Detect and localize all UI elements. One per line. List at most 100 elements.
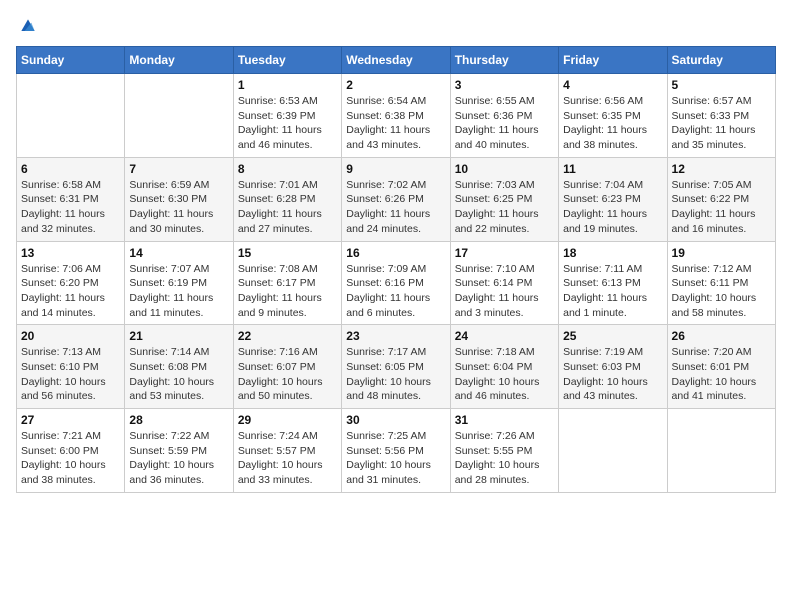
calendar-day-cell: 23 Sunrise: 7:17 AMSunset: 6:05 PMDayligh… <box>342 325 450 409</box>
calendar-week-row: 27 Sunrise: 7:21 AMSunset: 6:00 PMDayligh… <box>17 409 776 493</box>
day-info: Sunrise: 6:56 AMSunset: 6:35 PMDaylight:… <box>563 94 662 153</box>
day-info: Sunrise: 7:18 AMSunset: 6:04 PMDaylight:… <box>455 345 554 404</box>
day-info: Sunrise: 7:24 AMSunset: 5:57 PMDaylight:… <box>238 429 337 488</box>
day-info: Sunrise: 7:11 AMSunset: 6:13 PMDaylight:… <box>563 262 662 321</box>
calendar-day-cell: 11Sunrise: 7:04 AMSunset: 6:23 PMDayligh… <box>559 157 667 241</box>
calendar-week-row: 13 Sunrise: 7:06 AMSunset: 6:20 PMDayligh… <box>17 241 776 325</box>
day-of-week-header: Saturday <box>667 47 775 74</box>
day-number: 16 <box>346 246 445 260</box>
calendar-week-row: 20 Sunrise: 7:13 AMSunset: 6:10 PMDayligh… <box>17 325 776 409</box>
day-number: 3 <box>455 78 554 92</box>
day-number: 13 <box>21 246 120 260</box>
day-info: Sunrise: 7:16 AMSunset: 6:07 PMDaylight:… <box>238 345 337 404</box>
calendar-day-cell: 18 Sunrise: 7:11 AMSunset: 6:13 PMDayligh… <box>559 241 667 325</box>
day-of-week-header: Sunday <box>17 47 125 74</box>
calendar-day-cell: 25 Sunrise: 7:19 AMSunset: 6:03 PMDayligh… <box>559 325 667 409</box>
day-info: Sunrise: 7:22 AMSunset: 5:59 PMDaylight:… <box>129 429 228 488</box>
day-info: Sunrise: 7:19 AMSunset: 6:03 PMDaylight:… <box>563 345 662 404</box>
day-info: Sunrise: 7:09 AMSunset: 6:16 PMDaylight:… <box>346 262 445 321</box>
day-info: Sunrise: 7:01 AMSunset: 6:28 PMDaylight:… <box>238 178 337 237</box>
calendar-day-cell: 14 Sunrise: 7:07 AMSunset: 6:19 PMDayligh… <box>125 241 233 325</box>
day-of-week-header: Wednesday <box>342 47 450 74</box>
day-number: 21 <box>129 329 228 343</box>
day-info: Sunrise: 6:58 AMSunset: 6:31 PMDaylight:… <box>21 178 120 237</box>
day-number: 30 <box>346 413 445 427</box>
calendar-header-row: SundayMondayTuesdayWednesdayThursdayFrid… <box>17 47 776 74</box>
day-info: Sunrise: 7:06 AMSunset: 6:20 PMDaylight:… <box>21 262 120 321</box>
calendar-day-cell <box>667 409 775 493</box>
calendar-day-cell: 28 Sunrise: 7:22 AMSunset: 5:59 PMDayligh… <box>125 409 233 493</box>
calendar-day-cell: 24 Sunrise: 7:18 AMSunset: 6:04 PMDayligh… <box>450 325 558 409</box>
day-number: 10 <box>455 162 554 176</box>
day-number: 7 <box>129 162 228 176</box>
day-info: Sunrise: 7:21 AMSunset: 6:00 PMDaylight:… <box>21 429 120 488</box>
day-number: 15 <box>238 246 337 260</box>
day-number: 25 <box>563 329 662 343</box>
calendar-day-cell: 8 Sunrise: 7:01 AMSunset: 6:28 PMDaylight… <box>233 157 341 241</box>
calendar-day-cell: 30 Sunrise: 7:25 AMSunset: 5:56 PMDayligh… <box>342 409 450 493</box>
day-of-week-header: Monday <box>125 47 233 74</box>
day-number: 6 <box>21 162 120 176</box>
logo-icon <box>18 16 38 36</box>
calendar-day-cell: 26 Sunrise: 7:20 AMSunset: 6:01 PMDayligh… <box>667 325 775 409</box>
calendar-table: SundayMondayTuesdayWednesdayThursdayFrid… <box>16 46 776 493</box>
day-number: 27 <box>21 413 120 427</box>
calendar-day-cell: 15 Sunrise: 7:08 AMSunset: 6:17 PMDayligh… <box>233 241 341 325</box>
calendar-day-cell: 6 Sunrise: 6:58 AMSunset: 6:31 PMDaylight… <box>17 157 125 241</box>
day-number: 20 <box>21 329 120 343</box>
day-info: Sunrise: 6:53 AMSunset: 6:39 PMDaylight:… <box>238 94 337 153</box>
calendar-day-cell: 9Sunrise: 7:02 AMSunset: 6:26 PMDaylight… <box>342 157 450 241</box>
day-number: 12 <box>672 162 771 176</box>
day-info: Sunrise: 7:17 AMSunset: 6:05 PMDaylight:… <box>346 345 445 404</box>
day-number: 18 <box>563 246 662 260</box>
calendar-day-cell: 16 Sunrise: 7:09 AMSunset: 6:16 PMDayligh… <box>342 241 450 325</box>
day-of-week-header: Tuesday <box>233 47 341 74</box>
day-info: Sunrise: 7:13 AMSunset: 6:10 PMDaylight:… <box>21 345 120 404</box>
day-info: Sunrise: 7:07 AMSunset: 6:19 PMDaylight:… <box>129 262 228 321</box>
day-of-week-header: Friday <box>559 47 667 74</box>
calendar-day-cell: 29 Sunrise: 7:24 AMSunset: 5:57 PMDayligh… <box>233 409 341 493</box>
day-number: 26 <box>672 329 771 343</box>
calendar-day-cell: 22 Sunrise: 7:16 AMSunset: 6:07 PMDayligh… <box>233 325 341 409</box>
day-info: Sunrise: 7:10 AMSunset: 6:14 PMDaylight:… <box>455 262 554 321</box>
day-number: 24 <box>455 329 554 343</box>
calendar-week-row: 1 Sunrise: 6:53 AMSunset: 6:39 PMDaylight… <box>17 74 776 158</box>
calendar-day-cell: 2 Sunrise: 6:54 AMSunset: 6:38 PMDaylight… <box>342 74 450 158</box>
calendar-day-cell <box>559 409 667 493</box>
day-number: 22 <box>238 329 337 343</box>
day-info: Sunrise: 6:57 AMSunset: 6:33 PMDaylight:… <box>672 94 771 153</box>
day-of-week-header: Thursday <box>450 47 558 74</box>
day-number: 23 <box>346 329 445 343</box>
day-number: 1 <box>238 78 337 92</box>
day-info: Sunrise: 7:14 AMSunset: 6:08 PMDaylight:… <box>129 345 228 404</box>
calendar-day-cell: 20 Sunrise: 7:13 AMSunset: 6:10 PMDayligh… <box>17 325 125 409</box>
day-info: Sunrise: 7:20 AMSunset: 6:01 PMDaylight:… <box>672 345 771 404</box>
day-number: 2 <box>346 78 445 92</box>
day-number: 29 <box>238 413 337 427</box>
calendar-day-cell: 21 Sunrise: 7:14 AMSunset: 6:08 PMDayligh… <box>125 325 233 409</box>
day-number: 31 <box>455 413 554 427</box>
calendar-day-cell: 27 Sunrise: 7:21 AMSunset: 6:00 PMDayligh… <box>17 409 125 493</box>
day-number: 28 <box>129 413 228 427</box>
calendar-day-cell: 4Sunrise: 6:56 AMSunset: 6:35 PMDaylight… <box>559 74 667 158</box>
calendar-day-cell <box>17 74 125 158</box>
calendar-day-cell: 12Sunrise: 7:05 AMSunset: 6:22 PMDayligh… <box>667 157 775 241</box>
calendar-day-cell: 13 Sunrise: 7:06 AMSunset: 6:20 PMDayligh… <box>17 241 125 325</box>
calendar-day-cell: 17Sunrise: 7:10 AMSunset: 6:14 PMDayligh… <box>450 241 558 325</box>
day-info: Sunrise: 7:12 AMSunset: 6:11 PMDaylight:… <box>672 262 771 321</box>
day-info: Sunrise: 6:54 AMSunset: 6:38 PMDaylight:… <box>346 94 445 153</box>
day-info: Sunrise: 7:25 AMSunset: 5:56 PMDaylight:… <box>346 429 445 488</box>
calendar-day-cell: 31 Sunrise: 7:26 AMSunset: 5:55 PMDayligh… <box>450 409 558 493</box>
calendar-day-cell: 10 Sunrise: 7:03 AMSunset: 6:25 PMDayligh… <box>450 157 558 241</box>
calendar-day-cell: 5Sunrise: 6:57 AMSunset: 6:33 PMDaylight… <box>667 74 775 158</box>
day-number: 8 <box>238 162 337 176</box>
day-number: 9 <box>346 162 445 176</box>
day-number: 11 <box>563 162 662 176</box>
day-info: Sunrise: 7:03 AMSunset: 6:25 PMDaylight:… <box>455 178 554 237</box>
day-info: Sunrise: 6:59 AMSunset: 6:30 PMDaylight:… <box>129 178 228 237</box>
day-info: Sunrise: 7:26 AMSunset: 5:55 PMDaylight:… <box>455 429 554 488</box>
calendar-day-cell: 7 Sunrise: 6:59 AMSunset: 6:30 PMDaylight… <box>125 157 233 241</box>
day-info: Sunrise: 7:08 AMSunset: 6:17 PMDaylight:… <box>238 262 337 321</box>
day-number: 14 <box>129 246 228 260</box>
calendar-day-cell: 3Sunrise: 6:55 AMSunset: 6:36 PMDaylight… <box>450 74 558 158</box>
